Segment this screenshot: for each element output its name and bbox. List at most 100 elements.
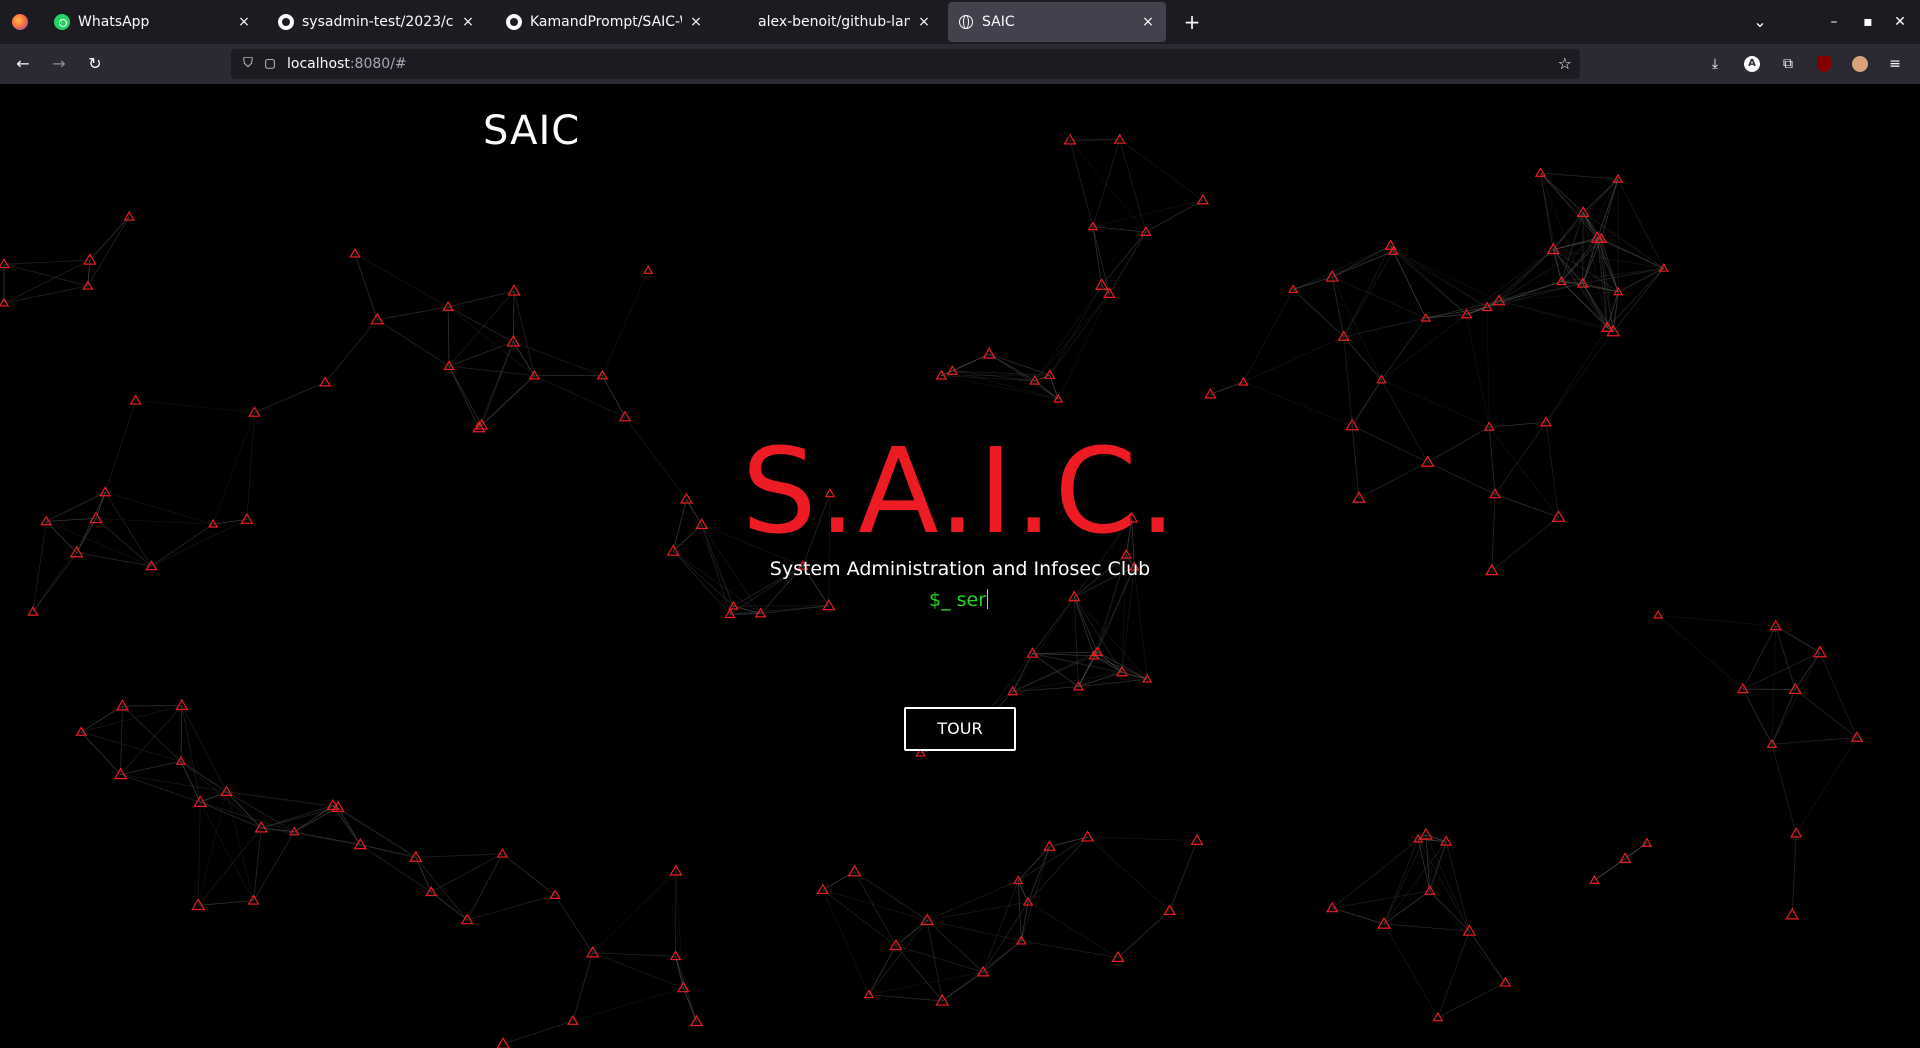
ublock-icon[interactable] — [1810, 50, 1838, 78]
network-link — [360, 844, 416, 858]
shield-icon[interactable]: ⛉ — [241, 56, 255, 72]
network-link — [226, 791, 333, 807]
network-node — [643, 265, 654, 274]
network-node — [1440, 835, 1453, 846]
network-link — [512, 291, 515, 342]
network-node — [1190, 833, 1204, 845]
network-link — [1133, 567, 1148, 680]
network-link — [1293, 276, 1333, 290]
nav-link-home[interactable]: Home — [1049, 123, 1096, 142]
network-link — [135, 400, 255, 413]
network-link — [572, 952, 594, 1022]
list-all-tabs-icon[interactable]: ⌄ — [1746, 8, 1774, 36]
network-link — [1332, 276, 1427, 319]
network-link — [337, 807, 361, 845]
menu-icon[interactable]: ≡ — [1881, 50, 1909, 78]
network-node — [935, 369, 948, 380]
network-link — [448, 365, 482, 426]
network-link — [554, 894, 594, 954]
network-link — [502, 1020, 574, 1045]
network-link — [1540, 172, 1584, 284]
network-link — [1069, 139, 1147, 233]
network-link — [1437, 982, 1506, 1018]
network-link — [1020, 846, 1050, 941]
network-link — [1073, 597, 1079, 687]
network-link — [1791, 833, 1797, 915]
url-bar[interactable]: ⛉ ▢ localhost:8080/# ☆ — [231, 49, 1580, 79]
network-link — [200, 801, 262, 829]
network-link — [1795, 737, 1858, 834]
network-link — [822, 889, 928, 921]
site-logo[interactable]: SAIC — [483, 108, 580, 154]
network-link — [1017, 880, 1022, 941]
network-link — [1073, 596, 1148, 680]
tab-title: WhatsApp — [78, 14, 150, 30]
network-link — [226, 791, 295, 833]
maximize-icon[interactable]: ▪ — [1854, 8, 1882, 36]
extensions-icon[interactable]: ⧉ — [1774, 50, 1802, 78]
network-link — [1332, 907, 1385, 925]
page-info-icon[interactable]: ▢ — [263, 56, 277, 72]
network-link — [448, 365, 480, 428]
network-node — [1204, 388, 1217, 399]
back-icon[interactable]: ← — [9, 50, 37, 78]
network-link — [1087, 836, 1198, 841]
network-link — [854, 871, 897, 946]
nav-link-members[interactable]: Members — [1340, 123, 1414, 142]
close-icon[interactable]: × — [688, 14, 704, 30]
close-icon[interactable]: × — [916, 14, 932, 30]
network-link — [1087, 836, 1170, 912]
tab-title: alex-benoit/github-langu — [758, 14, 910, 30]
network-link — [1466, 314, 1490, 428]
network-link — [447, 306, 514, 343]
network-link — [1032, 651, 1098, 654]
forward-icon[interactable]: → — [45, 50, 73, 78]
nav-link-about[interactable]: About — [1137, 123, 1184, 142]
network-link — [1092, 199, 1203, 228]
tab-whatsapp[interactable]: WhatsApp × — [44, 2, 262, 42]
reload-icon[interactable]: ↻ — [81, 50, 109, 78]
network-link — [448, 341, 514, 367]
account-icon[interactable]: A — [1738, 50, 1766, 78]
network-link — [512, 341, 535, 376]
new-tab-button[interactable]: + — [1178, 8, 1206, 36]
network-link — [854, 871, 928, 921]
network-link — [87, 216, 130, 287]
network-link — [1771, 744, 1797, 834]
network-link — [197, 802, 201, 906]
close-icon[interactable]: × — [460, 14, 476, 30]
network-link — [80, 731, 121, 775]
close-icon[interactable]: × — [236, 14, 252, 30]
network-link — [3, 259, 91, 304]
network-link — [1742, 652, 1821, 690]
network-link — [120, 760, 182, 775]
nav-link-activities[interactable]: Activities — [1225, 123, 1298, 142]
bookmark-star-icon[interactable]: ☆ — [1558, 54, 1572, 73]
network-link — [1540, 172, 1618, 180]
network-link — [1393, 250, 1500, 302]
network-link — [1553, 249, 1664, 269]
tab-sysadmin-test[interactable]: sysadmin-test/2023/chall × — [268, 2, 486, 42]
network-link — [927, 919, 1022, 942]
network-link — [502, 853, 556, 896]
minimize-icon[interactable]: – — [1820, 8, 1848, 36]
tab-saic[interactable]: SAIC × — [948, 2, 1166, 42]
downloads-icon[interactable]: ⤓ — [1701, 50, 1729, 78]
network-link — [1343, 336, 1353, 426]
network-link — [120, 774, 227, 793]
close-window-icon[interactable]: ✕ — [1886, 8, 1914, 36]
tour-button[interactable]: TOUR — [904, 707, 1016, 751]
network-link — [430, 891, 468, 921]
firefox-icon[interactable] — [0, 0, 40, 44]
tab-kamandprompt[interactable]: KamandPrompt/SAIC-We × — [496, 2, 714, 42]
network-link — [181, 705, 227, 793]
extension-avatar-icon[interactable] — [1846, 50, 1874, 78]
network-link — [120, 705, 183, 775]
network-link — [1119, 139, 1147, 233]
network-link — [200, 801, 295, 833]
network-link — [226, 791, 254, 901]
network-link — [89, 216, 130, 261]
close-icon[interactable]: × — [1140, 14, 1156, 30]
tab-alex-benoit[interactable]: alex-benoit/github-langu × — [724, 2, 942, 42]
network-link — [1169, 840, 1198, 911]
